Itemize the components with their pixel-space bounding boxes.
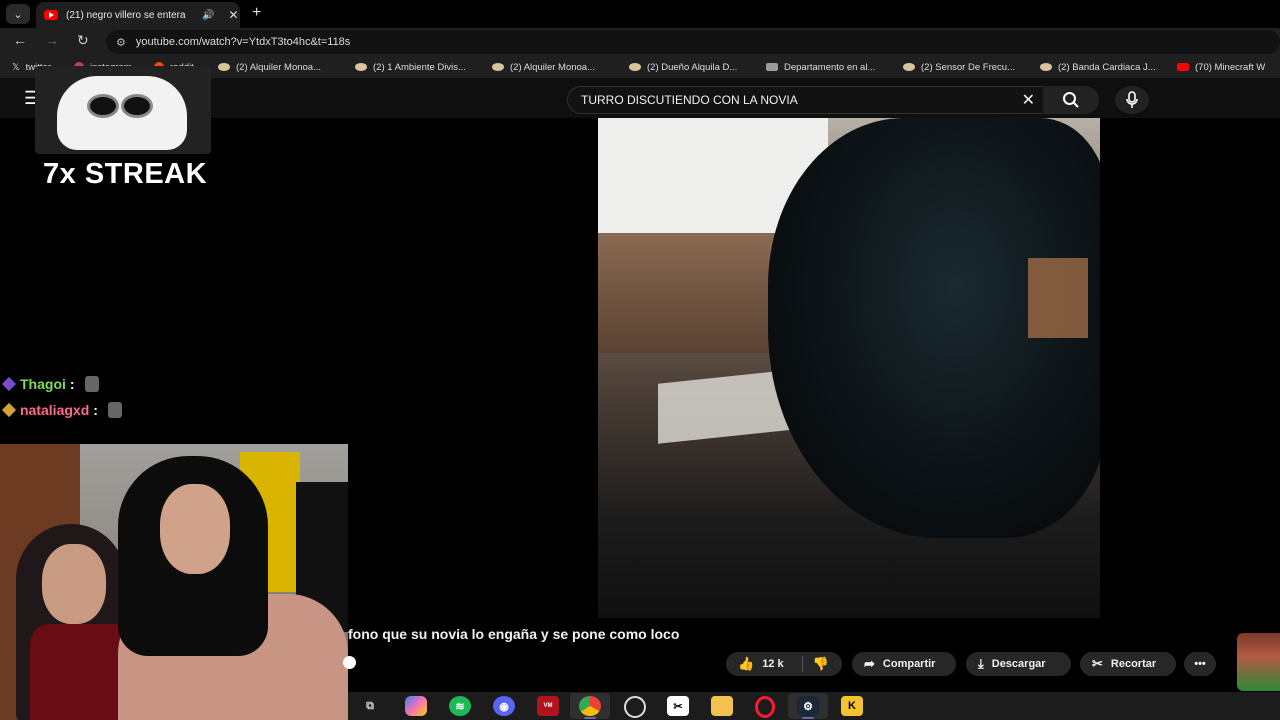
browser-tab-bar: ⌄ (21) negro villero se entera 🔊 ✕ + (0, 0, 1280, 28)
search-box[interactable]: TURRO DISCUTIENDO CON LA NOVIA ✕ (567, 86, 1044, 114)
streamer-avatar-overlay (1237, 633, 1280, 691)
clear-search-icon[interactable]: ✕ (1022, 90, 1035, 110)
streak-overlay: 7x STREAK (35, 66, 211, 194)
chat-emote-icon (84, 376, 99, 392)
chat-username: Thagoi (20, 376, 66, 392)
new-tab-button[interactable]: + (252, 4, 261, 22)
bookmark-item[interactable]: Departamento en al... (766, 62, 903, 73)
voice-search-button[interactable] (1115, 86, 1149, 114)
file-explorer-icon[interactable] (711, 696, 733, 716)
tab-title: (21) negro villero se entera (66, 9, 186, 21)
clip-button[interactable]: ✂ Recortar (1080, 652, 1176, 676)
more-icon: ••• (1194, 658, 1206, 670)
voicemeeter-icon[interactable]: VM (537, 696, 559, 716)
marketplace-icon (629, 63, 641, 71)
bookmark-item[interactable]: (2) Alquiler Monoa... (218, 62, 355, 73)
video-bright-patch (1028, 258, 1088, 338)
bookmark-item[interactable]: (2) 1 Ambiente Divis... (355, 62, 492, 73)
channel-avatar[interactable] (343, 656, 356, 669)
download-button[interactable]: ⤓ Descargar (966, 652, 1071, 676)
audio-playing-icon[interactable]: 🔊 (202, 10, 214, 21)
dislike-icon[interactable]: 👎 (813, 656, 829, 672)
video-frame[interactable] (598, 118, 1100, 618)
address-bar-row: ← → ↻ ⚙ youtube.com/watch?v=YtdxT3to4hc&… (0, 28, 1280, 56)
kick-icon[interactable]: K (841, 696, 863, 716)
marketplace-icon (1040, 63, 1052, 71)
opera-icon[interactable] (755, 696, 775, 718)
bookmark-item[interactable]: (2) Alquiler Monoa... (492, 62, 629, 73)
search-icon (1063, 92, 1079, 108)
chat-emote-icon (107, 402, 122, 418)
marketplace-icon (355, 63, 367, 71)
x-logo-icon: 𝕏 (12, 61, 20, 73)
discord-icon[interactable]: ◉ (493, 696, 515, 716)
forward-arrow-icon[interactable]: → (45, 32, 59, 48)
steam-icon[interactable]: ⚙ (797, 696, 819, 719)
marketplace-icon (903, 63, 915, 71)
youtube-icon (1177, 63, 1189, 71)
chat-badge-icon (1, 376, 17, 392)
chat-message: nataliagxd : (1, 402, 122, 418)
site-info-icon[interactable]: ⚙ (116, 36, 126, 49)
reload-icon[interactable]: ↻ (77, 32, 89, 49)
capcut-icon[interactable]: ✂ (667, 696, 689, 716)
microphone-icon (1126, 91, 1138, 108)
youtube-favicon-icon (44, 10, 58, 20)
like-count[interactable]: 12 k (762, 658, 783, 670)
spotify-icon[interactable]: ≋ (449, 696, 471, 716)
webcam-overlay (0, 444, 348, 720)
download-icon: ⤓ (978, 656, 984, 671)
chrome-icon[interactable] (579, 696, 601, 719)
chat-badge-icon (1, 402, 17, 418)
bookmark-item[interactable]: (2) Banda Cardiaca J... (1040, 62, 1177, 73)
back-arrow-icon[interactable]: ← (13, 32, 27, 48)
search-button[interactable] (1043, 86, 1099, 114)
minion-image (35, 66, 211, 154)
like-dislike-group: 👍 12 k 👎 (726, 652, 842, 676)
bookmark-item[interactable]: (2) Sensor De Frecu... (903, 62, 1040, 73)
windows-taskbar: ⧉ ≋ ◉ VM ✂ ⚙ K (348, 692, 1280, 720)
chat-username: nataliagxd (20, 402, 90, 418)
tab-search-button[interactable]: ⌄ (6, 4, 30, 24)
task-view-icon[interactable]: ⧉ (359, 696, 381, 716)
building-icon (766, 63, 778, 71)
browser-tab-active[interactable]: (21) negro villero se entera 🔊 ✕ (36, 2, 240, 28)
omnibox[interactable]: ⚙ youtube.com/watch?v=YtdxT3to4hc&t=118s (106, 30, 1280, 54)
like-icon[interactable]: 👍 (738, 656, 754, 672)
bookmark-item[interactable]: (2) Dueño Alquila D... (629, 62, 766, 73)
bookmark-item[interactable]: (70) Minecraft W (1177, 62, 1273, 73)
marketplace-icon (218, 63, 230, 71)
scissors-icon: ✂ (1092, 656, 1103, 671)
url-text[interactable]: youtube.com/watch?v=YtdxT3to4hc&t=118s (136, 36, 350, 48)
video-title: fono que su novia lo engaña y se pone co… (348, 626, 680, 642)
chat-message: Thagoi : (1, 376, 99, 392)
more-actions-button[interactable]: ••• (1184, 652, 1216, 676)
share-button[interactable]: ➦ Compartir (852, 652, 956, 676)
search-input[interactable]: TURRO DISCUTIENDO CON LA NOVIA (581, 93, 1022, 107)
streak-text: 7x STREAK (43, 158, 208, 190)
close-tab-icon[interactable]: ✕ (228, 8, 238, 22)
copilot-icon[interactable] (405, 696, 427, 716)
share-icon: ➦ (864, 656, 875, 671)
marketplace-icon (492, 63, 504, 71)
obs-icon[interactable] (624, 696, 646, 718)
